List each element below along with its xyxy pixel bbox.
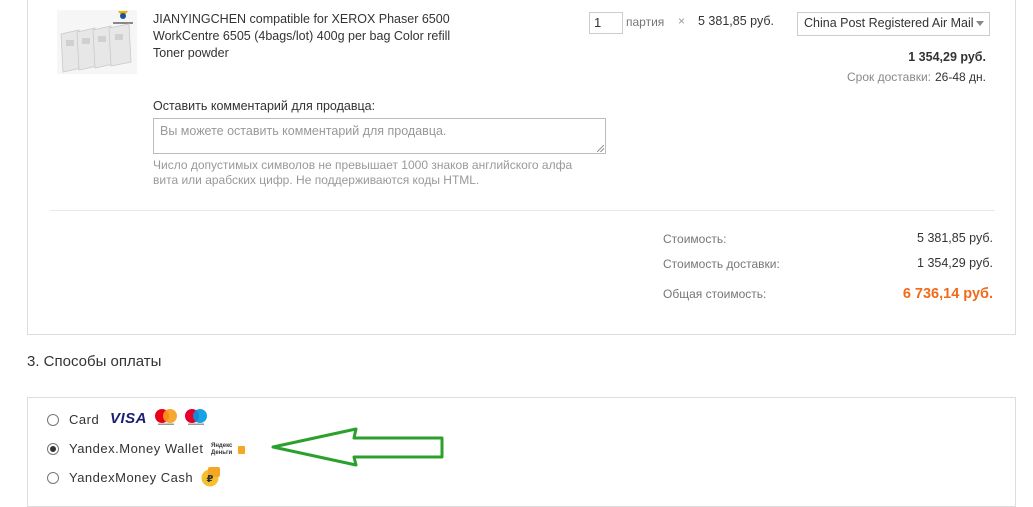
multiply-sign: × [678, 14, 686, 28]
maestro-logo-icon [185, 409, 207, 425]
unit-price: 5 381,85 руб. [698, 14, 774, 28]
shipping-total-value: 1 354,29 руб. [917, 256, 993, 270]
payment-section-title: 3. Способы оплаты [27, 353, 162, 370]
summary-divider [50, 210, 995, 211]
quantity-unit-label: партия [626, 15, 665, 29]
resize-grip-icon[interactable] [597, 145, 604, 152]
shipping-total-label: Стоимость доставки: [663, 257, 780, 271]
mastercard-logo-icon [155, 409, 177, 425]
payment-radio-yandex-wallet[interactable] [47, 443, 59, 455]
delivery-time-label: Срок доставки: [847, 70, 931, 84]
comment-placeholder: Вы можете оставить комментарий для прода… [160, 124, 447, 138]
comment-label: Оставить комментарий для продавца: [153, 99, 376, 113]
delivery-time-value: 26-48 дн. [935, 70, 986, 84]
grand-total-value: 6 736,14 руб. [902, 286, 993, 302]
payment-label-yandex-wallet[interactable]: Yandex.Money Wallet [69, 441, 204, 456]
product-thumbnail[interactable] [57, 10, 137, 74]
payment-label-card[interactable]: Card [69, 412, 99, 427]
payment-radio-yandex-cash[interactable] [47, 472, 59, 484]
ruble-coin-icon: ₽ [201, 467, 220, 487]
payment-radio-card[interactable] [47, 414, 59, 426]
payment-label-yandex-cash[interactable]: YandexMoney Cash [69, 470, 193, 485]
shipping-method-select[interactable]: China Post Registered Air Mail [797, 12, 990, 36]
annotation-arrow-icon [271, 427, 444, 467]
visa-logo-icon: VISA [110, 410, 148, 427]
quantity-input[interactable]: 1 [589, 12, 623, 34]
delivery-time: Срок доставки: 26-48 дн. [847, 70, 986, 84]
yandex-money-logo-icon: Яндекс Деньги [211, 443, 245, 457]
shipping-method-value: China Post Registered Air Mail [804, 16, 974, 30]
subtotal-label: Стоимость: [663, 232, 727, 246]
shipping-cost: 1 354,29 руб. [908, 50, 986, 64]
seller-comment-textarea[interactable]: Вы можете оставить комментарий для прода… [153, 118, 606, 154]
product-title-link[interactable]: JIANYINGCHEN compatible for XEROX Phaser… [153, 11, 459, 62]
grand-total-label: Общая стоимость: [663, 287, 767, 301]
subtotal-value: 5 381,85 руб. [917, 231, 993, 245]
chevron-down-icon [976, 21, 984, 26]
comment-help-text: Число допустимых символов не превышает 1… [153, 158, 573, 187]
svg-text:₽: ₽ [207, 474, 214, 485]
